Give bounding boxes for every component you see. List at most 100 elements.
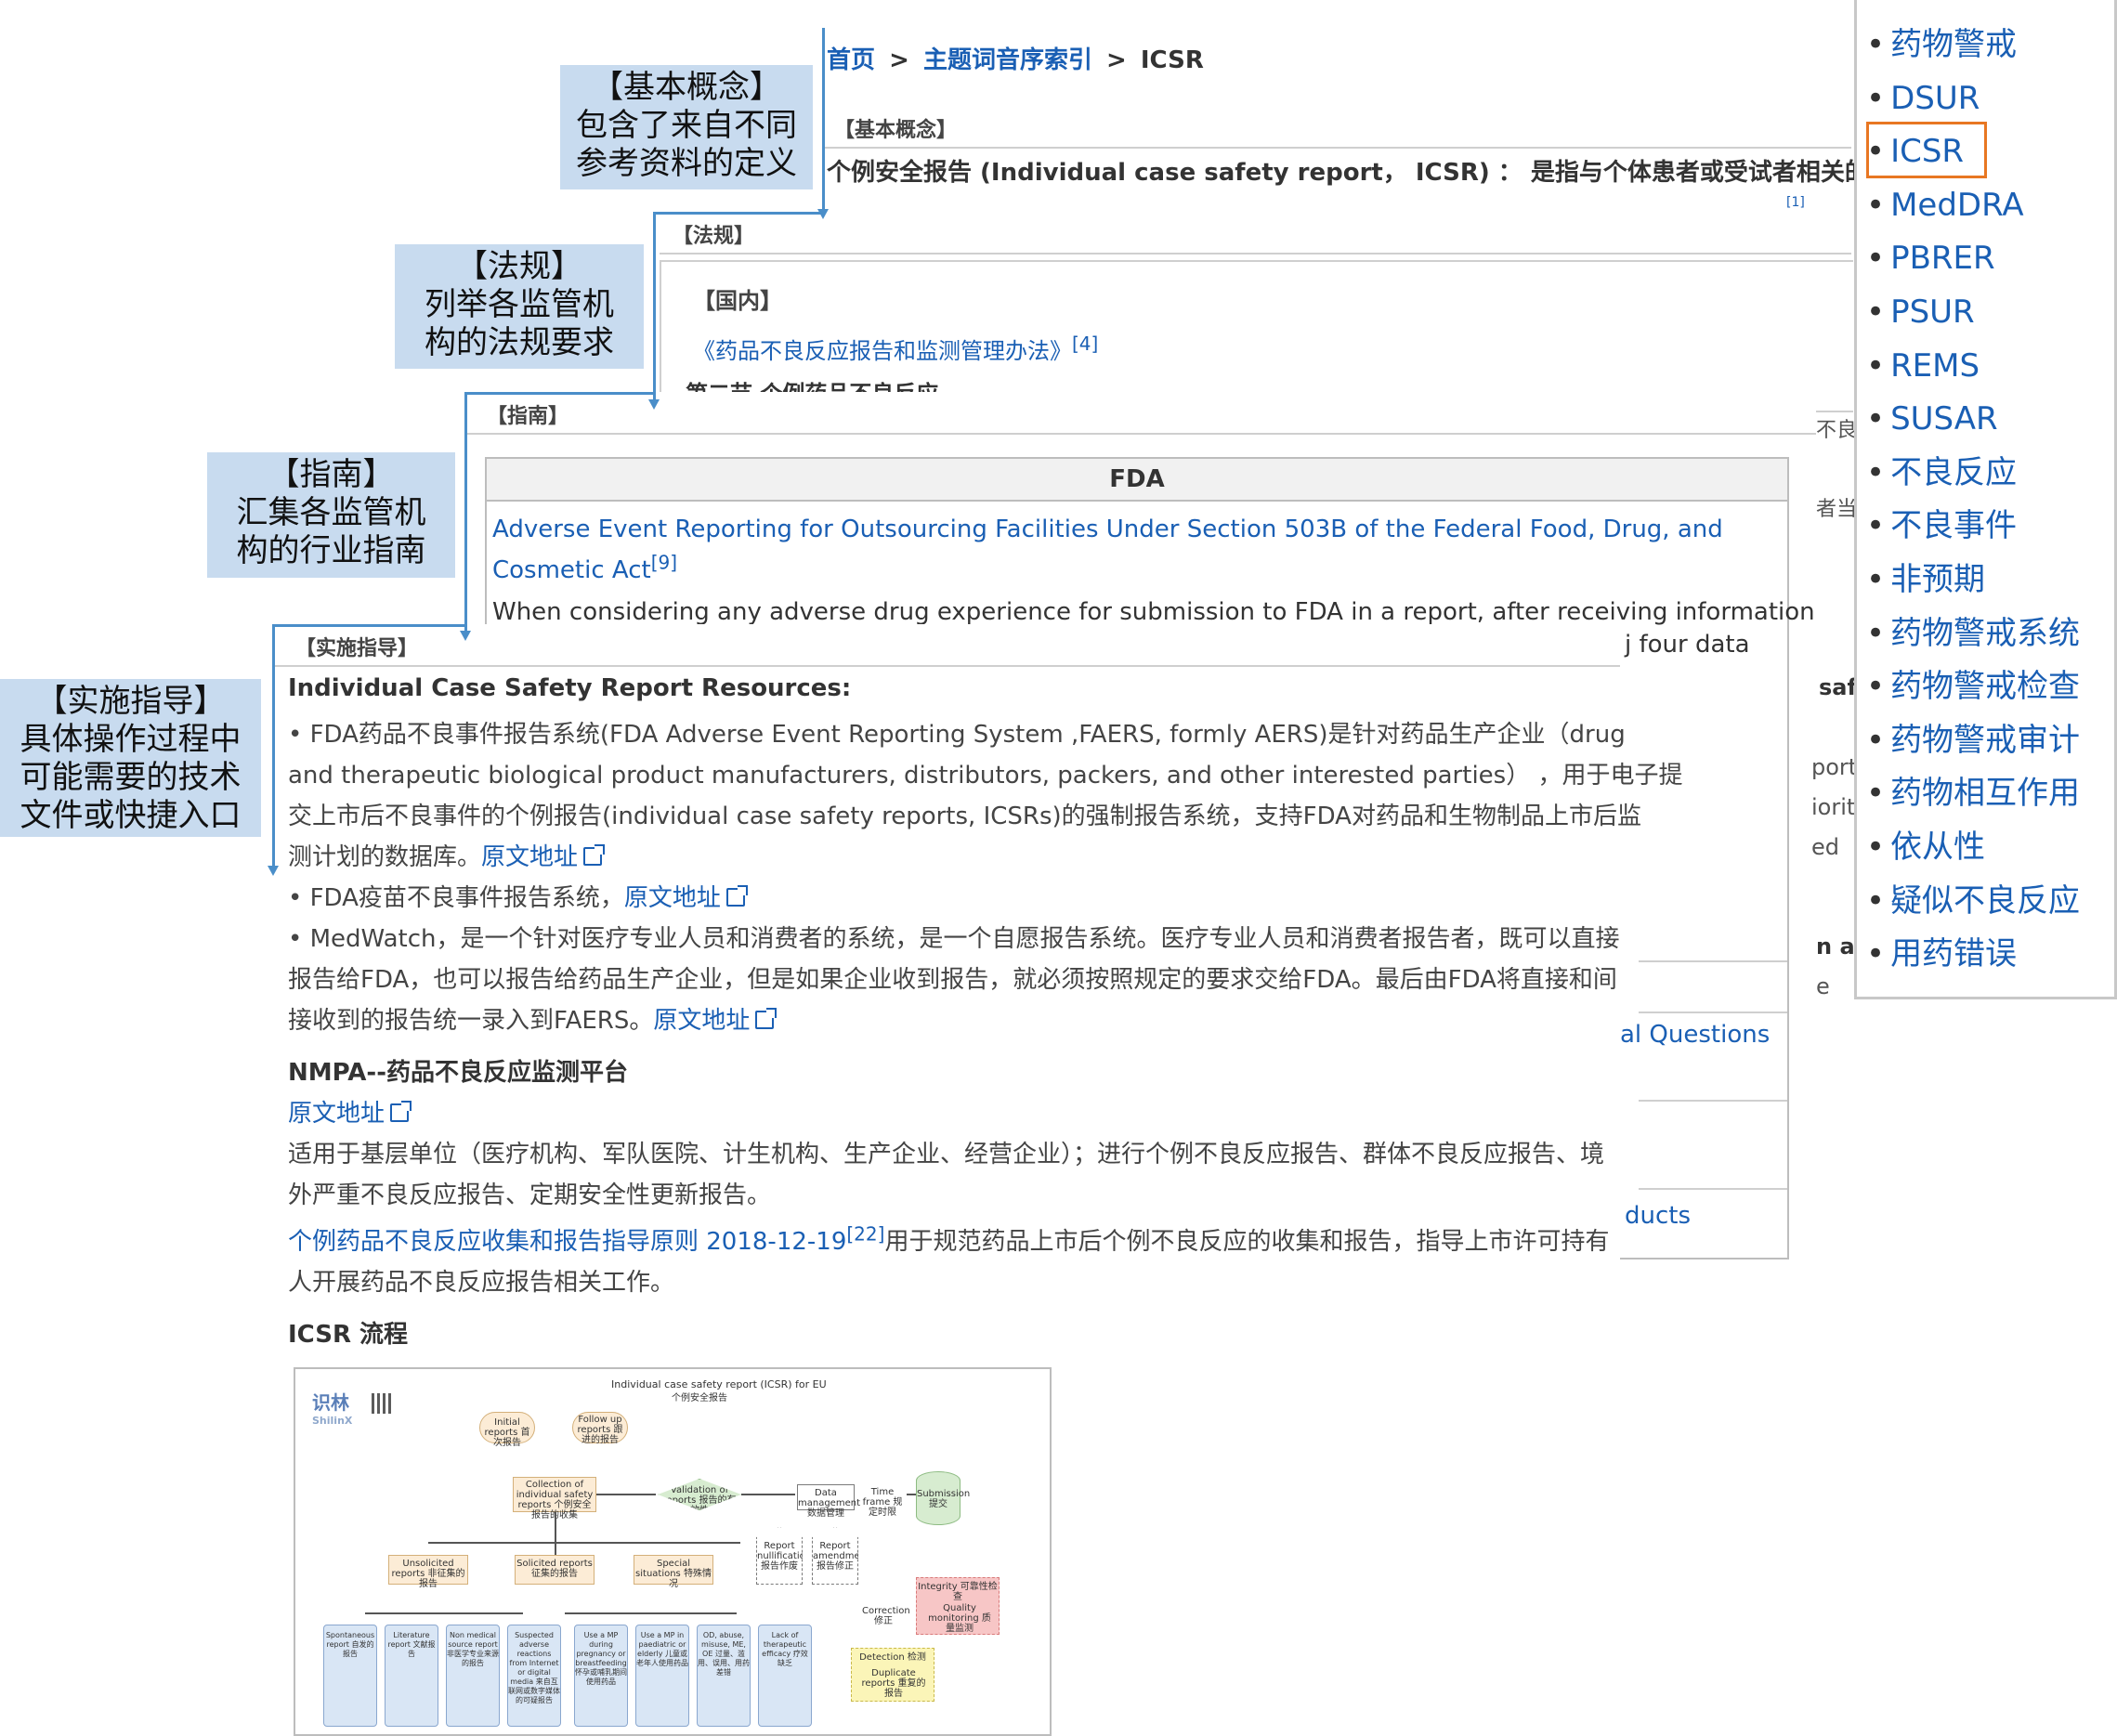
leaf-report-box: Suspected adverse reactions from Interne…	[507, 1625, 561, 1727]
sidebar-item[interactable]: • 用药错误	[1866, 928, 2080, 982]
connector-line	[653, 212, 823, 215]
principle-text: 用于规范药品上市后个例不良反应的收集和报告，指导上市许可持有	[884, 1228, 1610, 1256]
breadcrumb-separator: >	[889, 46, 909, 74]
nmpa-line: 适用于基层单位（医疗机构、军队医院、计生机构、生产企业、经营企业）；进行个例不良…	[288, 1141, 1605, 1168]
flow-connector	[741, 1494, 795, 1495]
sidebar-item-label[interactable]: SUSAR	[1890, 400, 1998, 437]
callout-guidance: 【指南】 汇集各监管机 构的行业指南	[207, 452, 455, 578]
breadcrumb-index-link[interactable]: 主题词音序索引	[923, 46, 1092, 74]
nmpa-title: NMPA--药品不良反应监测平台	[288, 1059, 629, 1087]
guidance-peek-text: e	[1816, 973, 1830, 999]
sidebar-item[interactable]: • 药物警戒系统	[1866, 607, 2080, 661]
sidebar-item-label[interactable]: 药物相互作用	[1890, 775, 2080, 812]
quality-monitoring-label: Quality monitoring 质量监测	[928, 1603, 991, 1634]
sidebar-item-label[interactable]: 疑似不良反应	[1890, 882, 2080, 920]
callout-regulation: 【法规】 列举各监管机 构的法规要求	[395, 244, 644, 369]
sidebar-item[interactable]: • 药物警戒检查	[1866, 660, 2080, 714]
bullet-icon: •	[1866, 614, 1886, 652]
sidebar-item[interactable]: • SUSAR	[1866, 393, 2080, 447]
medwatch-source-link[interactable]: 原文地址	[653, 1007, 750, 1035]
sidebar-item[interactable]: • 依从性	[1866, 821, 2080, 875]
regulation-domestic-box: 【国内】 《药品不良反应报告和监测管理办法》[4] 第二节 个例药品不良反应	[660, 260, 1853, 412]
sidebar-index: • 药物警戒 • DSUR • ICSR • MedDRA • PBRER • PSUR • REMS • S…	[1854, 0, 2117, 999]
external-link-icon[interactable]	[583, 844, 606, 866]
regulation-link-ref[interactable]: [4]	[1072, 333, 1098, 355]
sidebar-item-label[interactable]: MedDRA	[1890, 187, 2024, 224]
sidebar-item-label[interactable]: PBRER	[1890, 240, 1995, 277]
concept-definition: 个例安全报告 (Individual case safety report， I…	[827, 159, 1966, 187]
sidebar-item-label[interactable]: 药物警戒系统	[1890, 615, 2080, 652]
sidebar-item[interactable]: • REMS	[1866, 340, 2080, 394]
sidebar-item[interactable]: • 不良事件	[1866, 500, 2080, 554]
sidebar-item-label[interactable]: DSUR	[1890, 80, 1980, 117]
sidebar-item[interactable]: • PBRER	[1866, 232, 2080, 286]
breadcrumb-home-link[interactable]: 首页	[827, 46, 875, 74]
sidebar-item-label[interactable]: 药物警戒审计	[1890, 722, 2080, 759]
flowchart-logo-sub: ShilinX	[312, 1415, 353, 1427]
bullet-icon: •	[1866, 293, 1886, 331]
bullet-icon: •	[1866, 26, 1886, 63]
resources-title: Individual Case Safety Report Resources:	[288, 674, 852, 702]
sidebar-item[interactable]: • 药物警戒	[1866, 19, 2080, 72]
vaers-line: • FDA疫苗不良事件报告系统，原文地址	[288, 879, 748, 913]
sidebar-item-label[interactable]: 药物警戒	[1890, 26, 2017, 63]
sidebar-item[interactable]: • 药物警戒审计	[1866, 714, 2080, 768]
data-management-box: Data management 数据管理	[797, 1484, 860, 1519]
sidebar-item[interactable]: • 不良反应	[1866, 447, 2080, 501]
vaers-text: • FDA疫苗不良事件报告系统，	[288, 884, 624, 912]
concept-ref[interactable]: [1]	[1786, 195, 1805, 210]
guidance-peek-text: j four data	[1625, 631, 1750, 659]
sidebar-item[interactable]: • PSUR	[1866, 286, 2080, 340]
vaers-source-link[interactable]: 原文地址	[624, 884, 721, 912]
faers-text: 测计划的数据库。	[288, 843, 482, 871]
faers-line: and therapeutic biological product manuf…	[288, 762, 1683, 790]
external-link-icon[interactable]	[725, 885, 748, 907]
table-divider	[1639, 1188, 1787, 1190]
sidebar-item-label[interactable]: 药物警戒检查	[1890, 668, 2080, 705]
sidebar-item[interactable]: • 药物相互作用	[1866, 767, 2080, 821]
initial-reports-box: Initial reports 首次报告	[479, 1412, 535, 1448]
fda-guidance-link-ref[interactable]: [9]	[651, 551, 677, 573]
flowchart-logo: 识林 ShilinX	[312, 1388, 352, 1427]
principle-ref[interactable]: [22]	[846, 1222, 884, 1245]
sidebar-item-label[interactable]: 依从性	[1890, 829, 1985, 866]
external-link-icon[interactable]	[755, 1008, 778, 1029]
sidebar-item[interactable]: • 非预期	[1866, 554, 2080, 607]
guidance-peek-link[interactable]: al Questions	[1620, 1021, 1770, 1049]
bullet-icon: •	[1866, 560, 1886, 598]
sidebar-item-label[interactable]: 不良反应	[1890, 454, 2017, 491]
nmpa-source-link[interactable]: 原文地址	[288, 1100, 385, 1128]
regulation-link[interactable]: 《药品不良反应报告和监测管理办法》[4]	[693, 333, 1098, 365]
concept-panel: 首页 > 主题词音序索引 > ICSR 【基本概念】 个例安全报告 (Indiv…	[825, 28, 1966, 214]
leaf-report-box: Use a MP during pregnancy or breastfeedi…	[574, 1625, 628, 1727]
callout-concept: 【基本概念】 包含了来自不同 参考资料的定义	[560, 65, 813, 189]
leaf-report-box: OD, abuse, misuse, ME, OE 过量、滥用、误用、用药差错	[697, 1625, 751, 1727]
bullet-icon: •	[1866, 240, 1886, 278]
time-frame-box: Time frame 规定时限	[862, 1487, 903, 1518]
sidebar-item[interactable]: • 疑似不良反应	[1866, 875, 2080, 929]
principle-link[interactable]: 个例药品不良反应收集和报告指导原则 2018-12-19	[288, 1228, 846, 1256]
amendment-box: Report amendment 报告修正	[812, 1527, 858, 1585]
sidebar-item-label[interactable]: REMS	[1890, 347, 1980, 385]
sidebar-item[interactable]: • DSUR	[1866, 72, 2080, 126]
leaf-report-box: Lack of therapeutic efficacy 疗效缺乏	[758, 1625, 812, 1727]
sidebar-item-label[interactable]: 非预期	[1890, 561, 1985, 598]
sidebar-item[interactable]: • MedDRA	[1866, 179, 2080, 233]
fda-guidance-link-text[interactable]: Adverse Event Reporting for Outsourcing …	[492, 516, 1723, 584]
principle-line: 人开展药品不良反应报告相关工作。	[288, 1269, 675, 1297]
unsolicited-box: Unsolicited reports 非征集的报告	[388, 1555, 468, 1589]
connector-line	[464, 392, 467, 631]
guidance-peek-link[interactable]: ducts	[1625, 1202, 1691, 1230]
bullet-icon: •	[1866, 935, 1886, 973]
sidebar-item-label[interactable]: 不良事件	[1890, 507, 2017, 544]
collection-box: Collection of individual safety reports …	[513, 1477, 596, 1521]
external-link-icon[interactable]	[390, 1101, 412, 1122]
sidebar-item-label[interactable]: PSUR	[1890, 294, 1975, 331]
flow-connector	[907, 1494, 916, 1495]
faers-source-link[interactable]: 原文地址	[481, 843, 578, 871]
fda-table-header: FDA	[487, 459, 1787, 502]
sidebar-item-label[interactable]: 用药错误	[1890, 935, 2017, 972]
faers-line-last: 测计划的数据库。原文地址	[288, 838, 606, 872]
fda-guidance-link[interactable]: Adverse Event Reporting for Outsourcing …	[492, 509, 1782, 591]
regulation-link-text[interactable]: 《药品不良反应报告和监测管理办法》	[693, 338, 1072, 364]
